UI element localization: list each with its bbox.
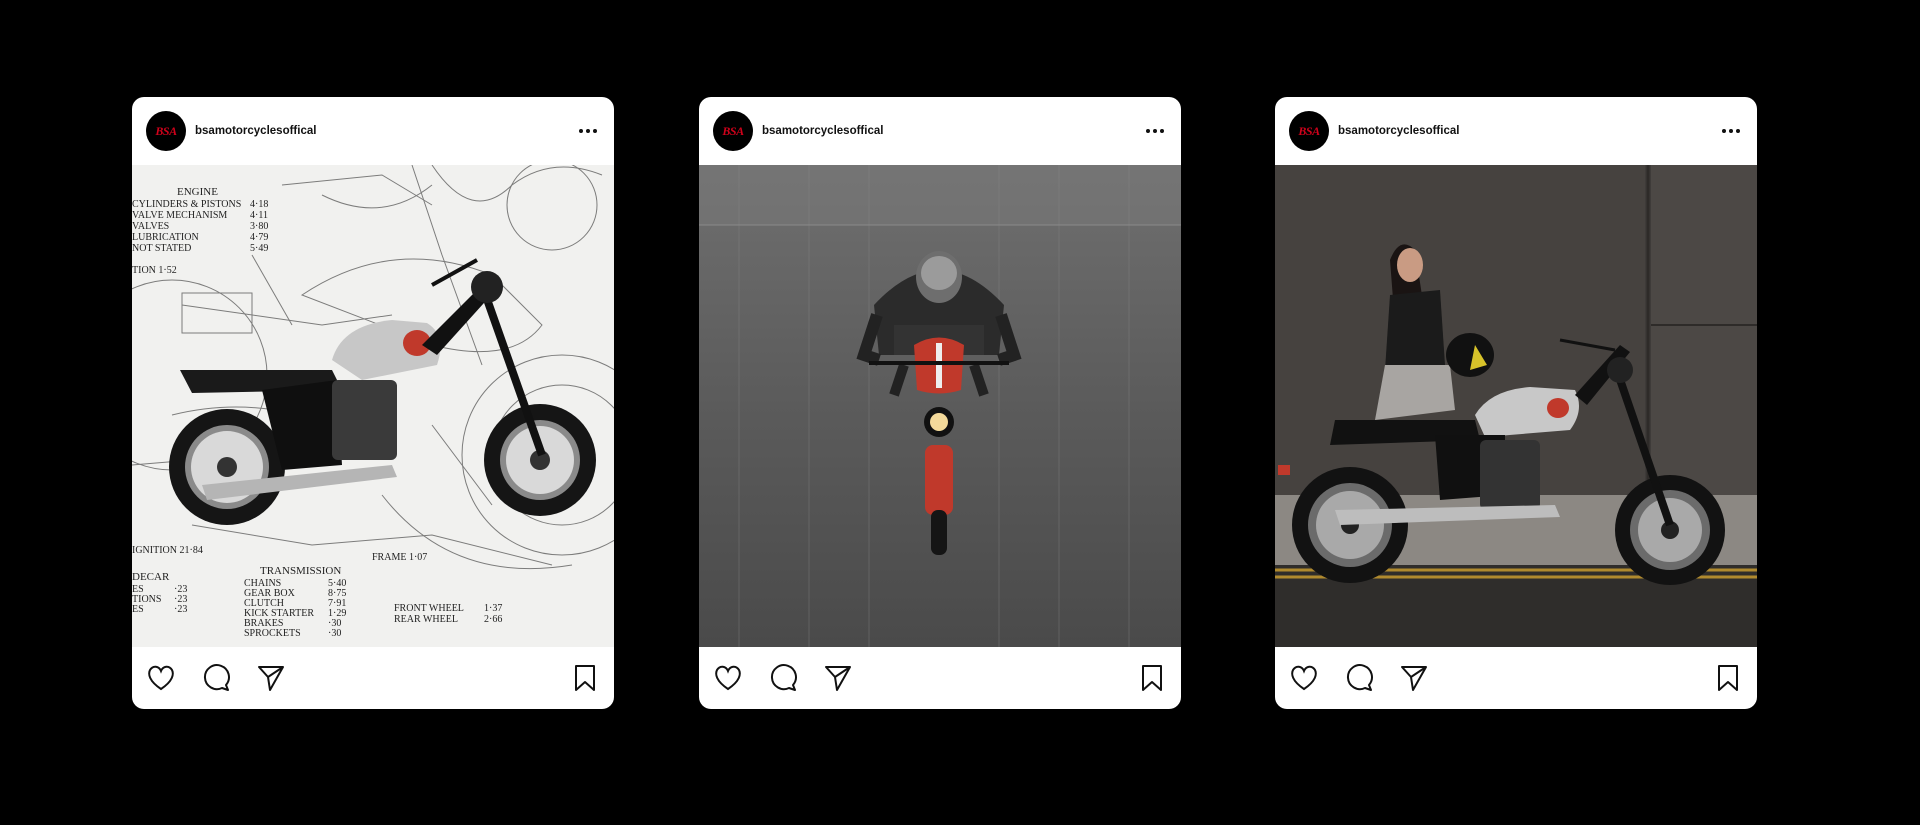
send-icon[interactable] (1398, 662, 1430, 694)
username[interactable]: bsamotorcyclesoffical (195, 125, 316, 137)
avatar-logo: BSA (155, 123, 177, 138)
more-options-icon[interactable] (1719, 121, 1743, 141)
drawing-line: SPROCKETS (244, 628, 301, 639)
send-icon[interactable] (255, 662, 287, 694)
avatar[interactable]: BSA (713, 111, 753, 151)
drawing-value: 4·11 (250, 210, 268, 221)
post-image[interactable] (699, 165, 1181, 647)
post-header: BSA bsamotorcyclesoffical (1275, 97, 1757, 165)
drawing-line: REAR WHEEL (394, 614, 458, 625)
comment-icon[interactable] (1343, 662, 1375, 694)
comment-icon[interactable] (200, 662, 232, 694)
decar-heading: DECAR (132, 571, 170, 583)
post-actions (1275, 647, 1757, 709)
send-icon[interactable] (822, 662, 854, 694)
post-card: BSA bsamotorcyclesoffical (1275, 97, 1757, 709)
drawing-line: VALVE MECHANISM (132, 210, 227, 221)
drawing-line: VALVES (132, 221, 169, 232)
comment-icon[interactable] (767, 662, 799, 694)
post-header: BSA bsamotorcyclesoffical (699, 97, 1181, 165)
post-header: BSA bsamotorcyclesoffical (132, 97, 614, 165)
post-actions (132, 647, 614, 709)
transmission-heading: TRANSMISSION (260, 565, 341, 577)
drawing-line: FRONT WHEEL (394, 603, 464, 614)
drawing-line: LUBRICATION (132, 232, 199, 243)
engine-heading: ENGINE (177, 186, 218, 198)
avatar-logo: BSA (1298, 123, 1320, 138)
drawing-value: 4·18 (250, 199, 268, 210)
bookmark-icon[interactable] (1136, 662, 1168, 694)
heart-icon[interactable] (1288, 662, 1320, 694)
post-actions (699, 647, 1181, 709)
avatar[interactable]: BSA (146, 111, 186, 151)
drawing-value: 1·37 (484, 603, 502, 614)
avatar[interactable]: BSA (1289, 111, 1329, 151)
drawing-value: 2·66 (484, 614, 502, 625)
drawing-value: 4·79 (250, 232, 268, 243)
post-image[interactable] (1275, 165, 1757, 647)
drawing-line: CYLINDERS & PISTONS (132, 199, 241, 210)
heart-icon[interactable] (145, 662, 177, 694)
more-options-icon[interactable] (1143, 121, 1167, 141)
drawing-line: NOT STATED (132, 243, 191, 254)
drawing-value: ·23 (174, 604, 187, 615)
drawing-value: 3·80 (250, 221, 268, 232)
heart-icon[interactable] (712, 662, 744, 694)
drawing-value: ·30 (328, 628, 341, 639)
drawing-value: 5·49 (250, 243, 268, 254)
bookmark-icon[interactable] (569, 662, 601, 694)
username[interactable]: bsamotorcyclesoffical (1338, 125, 1459, 137)
username[interactable]: bsamotorcyclesoffical (762, 125, 883, 137)
avatar-logo: BSA (722, 123, 744, 138)
bookmark-icon[interactable] (1712, 662, 1744, 694)
more-options-icon[interactable] (576, 121, 600, 141)
drawing-line: FRAME 1·07 (372, 552, 427, 563)
post-image[interactable]: ENGINE CYLINDERS & PISTONS VALVE MECHANI… (132, 165, 614, 647)
drawing-line: ES (132, 604, 144, 615)
post-card: BSA bsamotorcyclesoffical (699, 97, 1181, 709)
drawing-line: IGNITION 21·84 (132, 545, 203, 556)
post-card: BSA bsamotorcyclesoffical (132, 97, 614, 709)
drawing-line: TION 1·52 (132, 265, 177, 276)
